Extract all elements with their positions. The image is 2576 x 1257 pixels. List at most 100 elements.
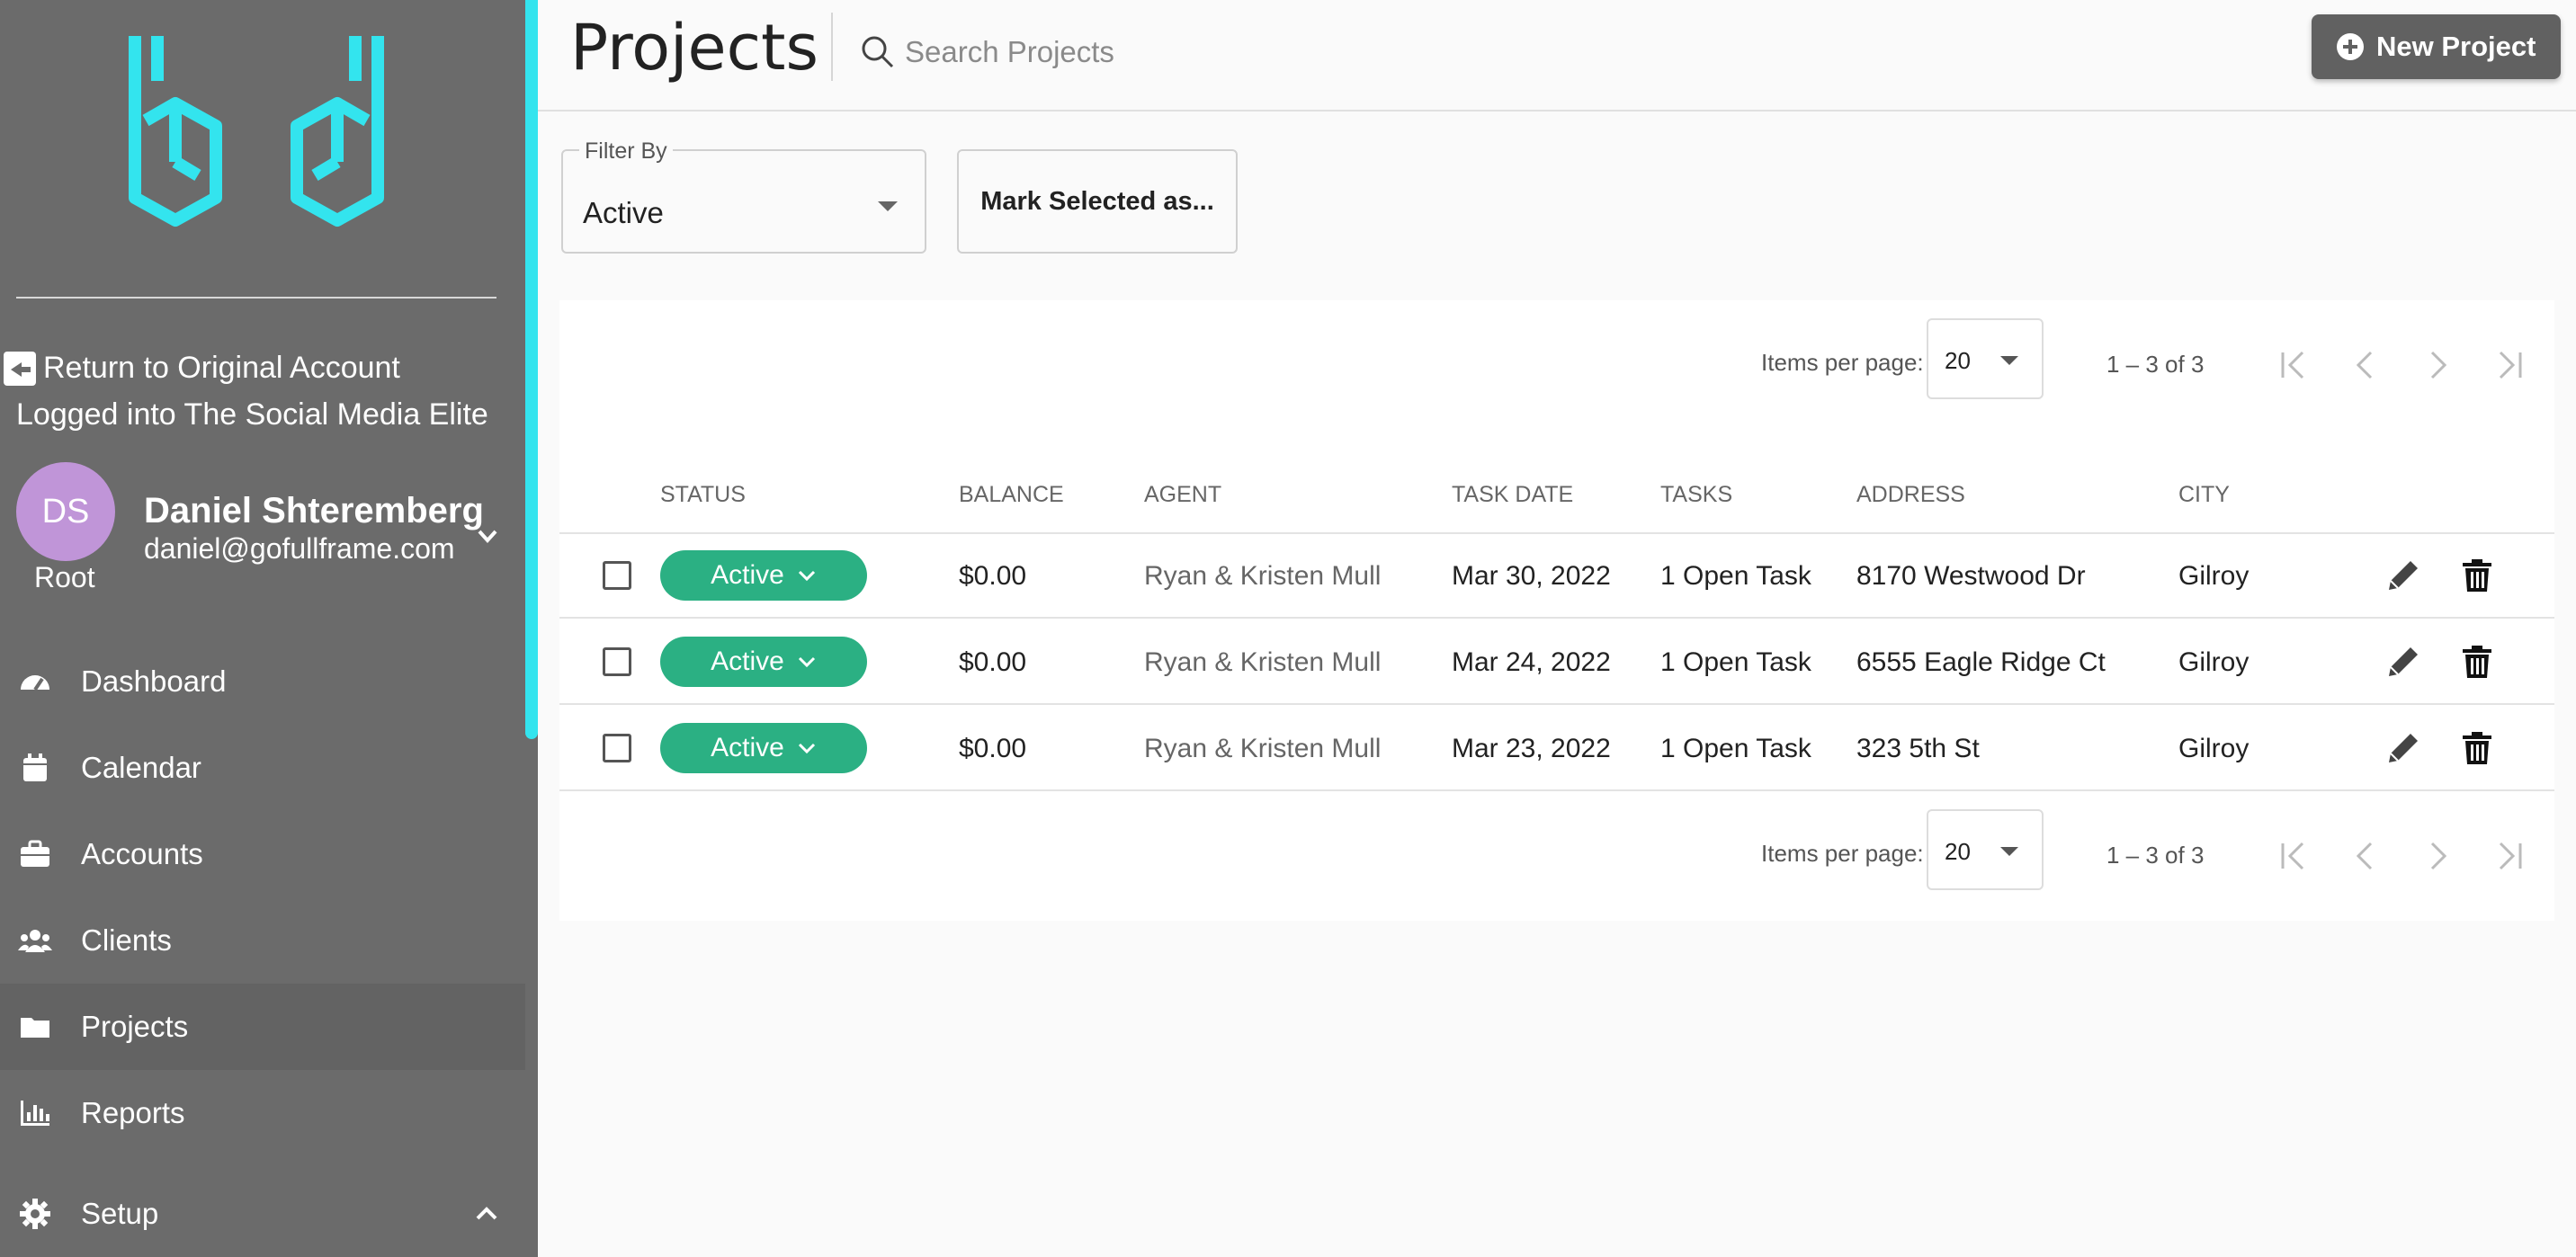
chevron-down-icon[interactable] xyxy=(475,523,500,548)
sidebar-item-reports[interactable]: Reports xyxy=(0,1070,525,1156)
status-dropdown[interactable]: Active xyxy=(660,637,867,687)
plus-circle-icon xyxy=(2337,33,2364,60)
status-dropdown[interactable]: Active xyxy=(660,550,867,601)
status-dropdown[interactable]: Active xyxy=(660,723,867,773)
column-header-address[interactable]: ADDRESS xyxy=(1856,482,1965,508)
row-checkbox[interactable] xyxy=(603,561,631,590)
gauge-icon xyxy=(21,675,49,691)
page-range-label: 1 – 3 of 3 xyxy=(2106,351,2205,378)
mark-selected-button[interactable]: Mark Selected as... xyxy=(957,149,1238,254)
first-page-icon[interactable] xyxy=(2274,836,2313,876)
sidebar-item-label: Reports xyxy=(81,1096,185,1129)
bar-chart-icon xyxy=(21,1101,49,1126)
paginator-top: Items per page: 20 1 – 3 of 3 xyxy=(559,300,2554,399)
agent-cell: Ryan & Kristen Mull xyxy=(1144,561,1382,591)
table-row[interactable]: Active $0.00 Ryan & Kristen Mull Mar 23,… xyxy=(559,705,2554,791)
user-role: Root xyxy=(34,561,95,593)
sidebar-item-clients[interactable]: Clients xyxy=(0,897,525,984)
sidebar-item-calendar[interactable]: Calendar xyxy=(0,725,525,811)
projects-table-card: Items per page: 20 1 – 3 of 3 STATUS BAL… xyxy=(559,300,2554,921)
chevron-down-icon xyxy=(798,656,815,668)
page-range-label: 1 – 3 of 3 xyxy=(2106,842,2205,869)
dropdown-caret-icon xyxy=(878,201,898,211)
avatar: DS xyxy=(16,462,115,561)
tasks-cell: 1 Open Task xyxy=(1660,734,1811,763)
edit-pencil-icon[interactable] xyxy=(2384,642,2423,682)
calendar-icon xyxy=(23,753,47,781)
search-input[interactable] xyxy=(905,27,1445,77)
user-name: Daniel Shteremberg xyxy=(144,491,484,530)
gear-icon xyxy=(20,1199,50,1229)
chevron-up-icon[interactable] xyxy=(473,1200,500,1227)
return-to-original-account-link[interactable]: Return to Original Account xyxy=(4,351,400,386)
sidebar-item-projects[interactable]: Projects xyxy=(0,984,525,1070)
return-label: Return to Original Account xyxy=(43,351,400,385)
address-cell: 323 5th St xyxy=(1856,734,1980,763)
items-per-page-value: 20 xyxy=(1945,838,1971,865)
edit-pencil-icon[interactable] xyxy=(2384,556,2423,595)
agent-cell: Ryan & Kristen Mull xyxy=(1144,647,1382,677)
status-label: Active xyxy=(711,560,784,590)
sidebar-item-dashboard[interactable]: Dashboard xyxy=(0,638,525,725)
edit-pencil-icon[interactable] xyxy=(2384,728,2423,768)
items-per-page-select[interactable]: 20 xyxy=(1927,318,2044,399)
dropdown-caret-icon xyxy=(2000,356,2018,365)
balance-cell: $0.00 xyxy=(959,647,1027,677)
sidebar-scrollbar[interactable] xyxy=(525,0,538,739)
filter-by-label: Filter By xyxy=(579,138,673,165)
city-cell: Gilroy xyxy=(2178,734,2250,763)
column-header-city[interactable]: CITY xyxy=(2178,482,2230,508)
tasks-cell: 1 Open Task xyxy=(1660,647,1811,677)
previous-page-icon[interactable] xyxy=(2346,345,2385,385)
address-cell: 8170 Westwood Dr xyxy=(1856,561,2086,591)
sidebar-divider xyxy=(16,297,496,299)
items-per-page-select[interactable]: 20 xyxy=(1927,809,2044,890)
next-page-icon[interactable] xyxy=(2418,836,2457,876)
status-label: Active xyxy=(711,646,784,676)
next-page-icon[interactable] xyxy=(2418,345,2457,385)
trash-icon[interactable] xyxy=(2457,728,2497,768)
last-page-icon[interactable] xyxy=(2490,345,2529,385)
sidebar-item-setup[interactable]: Setup xyxy=(0,1171,525,1257)
avatar-initials: DS xyxy=(41,492,90,530)
task-date-cell: Mar 23, 2022 xyxy=(1452,734,1611,763)
new-project-button[interactable]: New Project xyxy=(2312,14,2562,79)
task-date-cell: Mar 24, 2022 xyxy=(1452,647,1611,677)
sidebar: Return to Original Account Logged into T… xyxy=(0,0,538,1257)
task-date-cell: Mar 30, 2022 xyxy=(1452,561,1611,591)
column-header-tasks[interactable]: TASKS xyxy=(1660,482,1732,508)
logged-into-label: Logged into The Social Media Elite xyxy=(16,397,488,432)
column-header-status[interactable]: STATUS xyxy=(660,482,746,508)
sidebar-item-label: Calendar xyxy=(81,751,201,784)
city-cell: Gilroy xyxy=(2178,647,2250,677)
paginator-bottom: Items per page: 20 1 – 3 of 3 xyxy=(559,791,2554,890)
trash-icon[interactable] xyxy=(2457,642,2497,682)
return-arrow-icon xyxy=(4,351,36,386)
previous-page-icon[interactable] xyxy=(2346,836,2385,876)
column-header-balance[interactable]: BALANCE xyxy=(959,482,1064,508)
row-checkbox[interactable] xyxy=(603,734,631,762)
trash-icon[interactable] xyxy=(2457,556,2497,595)
dropdown-caret-icon xyxy=(2000,847,2018,856)
chevron-down-icon xyxy=(798,570,815,582)
new-project-label: New Project xyxy=(2376,31,2536,62)
agent-cell: Ryan & Kristen Mull xyxy=(1144,734,1382,763)
table-row[interactable]: Active $0.00 Ryan & Kristen Mull Mar 24,… xyxy=(559,619,2554,705)
sidebar-item-label: Setup xyxy=(81,1197,159,1230)
last-page-icon[interactable] xyxy=(2490,836,2529,876)
column-header-task-date[interactable]: TASK DATE xyxy=(1452,482,1573,508)
sidebar-item-accounts[interactable]: Accounts xyxy=(0,811,525,897)
balance-cell: $0.00 xyxy=(959,734,1027,763)
column-header-agent[interactable]: AGENT xyxy=(1144,482,1221,508)
sidebar-item-label: Projects xyxy=(81,1010,189,1043)
city-cell: Gilroy xyxy=(2178,561,2250,591)
brand-logo xyxy=(129,36,384,227)
filter-by-value: Active xyxy=(583,196,664,229)
address-cell: 6555 Eagle Ridge Ct xyxy=(1856,647,2106,677)
first-page-icon[interactable] xyxy=(2274,345,2313,385)
main-content: Projects New Project Filter By Active Ma… xyxy=(538,0,2576,1257)
filter-by-select[interactable]: Filter By Active xyxy=(561,138,926,254)
row-checkbox[interactable] xyxy=(603,647,631,676)
sidebar-item-label: Dashboard xyxy=(81,664,227,698)
table-row[interactable]: Active $0.00 Ryan & Kristen Mull Mar 30,… xyxy=(559,532,2554,619)
